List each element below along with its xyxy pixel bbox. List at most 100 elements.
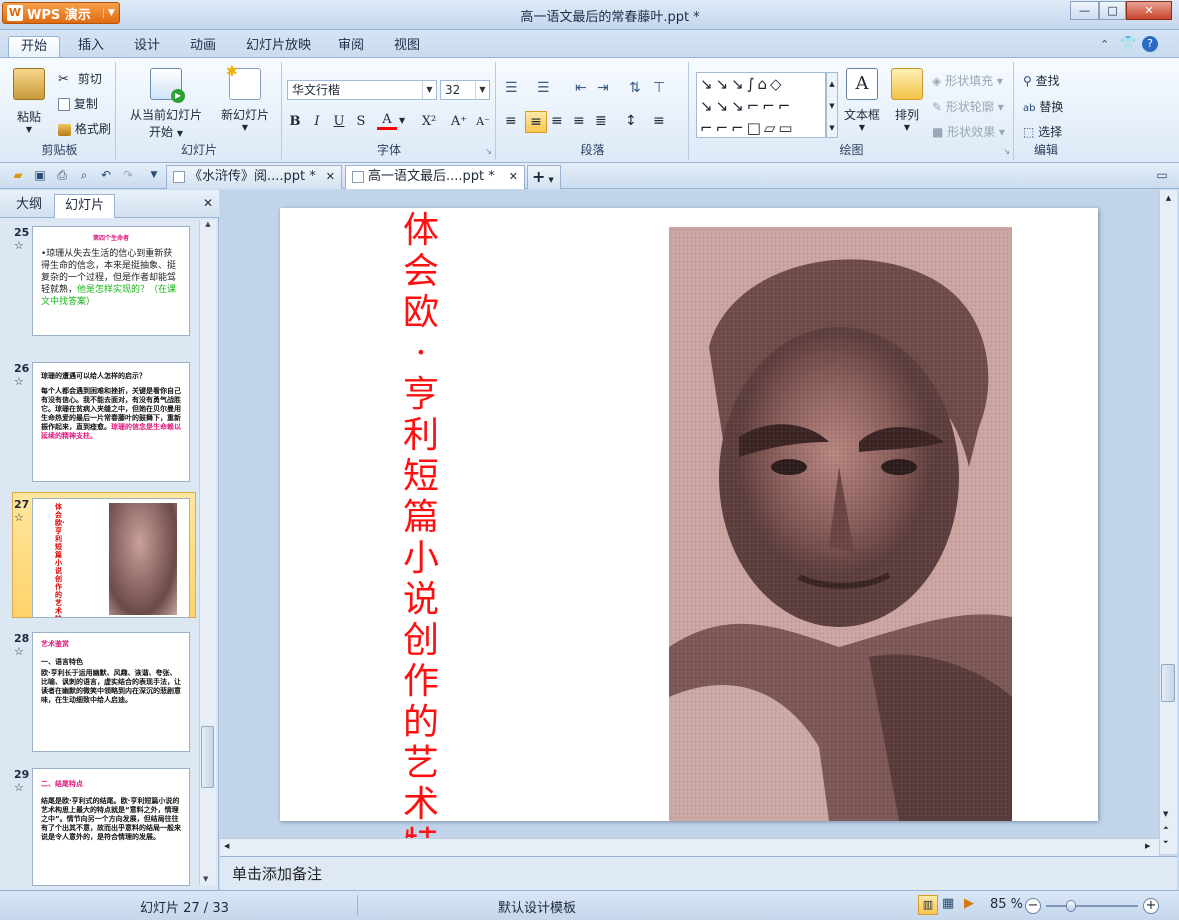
tab-slides[interactable]: 幻灯片: [54, 194, 116, 218]
scroll-left-icon[interactable]: ◀: [224, 842, 229, 850]
slide-title[interactable]: 体会欧·亨利短篇小说创作的艺术特点: [400, 210, 442, 907]
play-from-current-button[interactable]: ▶ 从当前幻灯片 开始 ▼: [125, 68, 207, 140]
italic-button[interactable]: I: [307, 112, 327, 132]
align-center-icon[interactable]: ≡: [525, 111, 547, 133]
bold-button[interactable]: B: [285, 112, 305, 132]
scrollbar-thumb[interactable]: [201, 726, 214, 788]
close-button[interactable]: ✕: [1126, 1, 1172, 20]
previous-slide-icon[interactable]: ⏶: [1163, 824, 1169, 833]
normal-view-icon[interactable]: ▥: [918, 895, 938, 915]
scroll-down-icon[interactable]: ▼: [1163, 810, 1168, 818]
help-icon[interactable]: ?: [1142, 36, 1158, 52]
shape-fill-button[interactable]: ◈ 形状填充 ▾: [932, 72, 1003, 89]
arrange-button[interactable]: 排列 ▼: [888, 68, 926, 132]
zoom-in-button[interactable]: +: [1143, 898, 1159, 914]
scrollbar-thumb[interactable]: [1161, 664, 1175, 702]
tab-view[interactable]: 视图: [382, 36, 432, 58]
bullet-list-icon[interactable]: ☰: [505, 80, 518, 96]
tab-insert[interactable]: 插入: [66, 36, 116, 58]
font-color-button[interactable]: A: [377, 110, 397, 130]
justify-icon[interactable]: ≡: [573, 113, 585, 129]
new-tab-button[interactable]: + ▼: [527, 165, 561, 189]
paste-button[interactable]: 粘贴 ▼: [12, 68, 46, 138]
open-folder-icon[interactable]: ▰: [10, 167, 26, 183]
slide-thumbnail-27[interactable]: 体会欧·亨利短篇小说创作的艺术特点: [32, 498, 190, 618]
decrease-indent-icon[interactable]: ⇤: [575, 80, 587, 96]
slide-thumbnail-26[interactable]: 琼珊的遭遇可以给人怎样的启示？ 每个人都会遇到困难和挫折，关键是看你自己有没有信…: [32, 362, 190, 482]
line-spacing-icon[interactable]: ↕: [625, 113, 637, 129]
print-preview-icon[interactable]: ⌕: [76, 167, 92, 183]
doc-tab-active[interactable]: 高一语文最后....ppt * ✕: [345, 165, 525, 189]
format-painter-button[interactable]: 格式刷: [58, 120, 111, 137]
shapes-gallery[interactable]: ↘↘↘∫⌂◇ ↘↘↘⌐⌐⌐ ⌐⌐⌐□▱▭: [696, 72, 826, 138]
shape-outline-button[interactable]: ✎ 形状轮廓 ▾: [932, 98, 1004, 115]
chevron-down-icon[interactable]: ▼: [399, 116, 405, 125]
scroll-right-icon[interactable]: ▶: [1145, 842, 1150, 850]
close-tab-icon[interactable]: ✕: [326, 166, 335, 188]
zoom-slider-thumb[interactable]: [1066, 900, 1077, 912]
minimize-button[interactable]: —: [1070, 1, 1099, 20]
grow-font-button[interactable]: A⁺: [449, 112, 469, 132]
increase-indent-icon[interactable]: ⇥: [597, 80, 609, 96]
tab-animation[interactable]: 动画: [178, 36, 228, 58]
slide-thumbnail-29[interactable]: 二、结尾特点 结尾是欧·亨利式的结尾。欧·亨利短篇小说的艺术构思上最大的特点就是…: [32, 768, 190, 886]
gallery-scroll[interactable]: ▲ ▼ ▼: [826, 72, 838, 138]
textbox-button[interactable]: A 文本框 ▼: [840, 68, 884, 132]
underline-button[interactable]: U: [329, 112, 349, 132]
restore-button[interactable]: □: [1099, 1, 1126, 20]
tab-slideshow[interactable]: 幻灯片放映: [234, 36, 323, 58]
save-icon[interactable]: ▣: [32, 167, 48, 183]
font-size-select[interactable]: 32 ▼: [440, 80, 490, 100]
tab-design[interactable]: 设计: [122, 36, 172, 58]
font-family-select[interactable]: 华文行楷 ▼: [287, 80, 437, 100]
text-direction-icon[interactable]: ⇅: [629, 80, 641, 96]
new-slide-button[interactable]: ✱ 新幻灯片 ▼: [215, 64, 275, 132]
scroll-up-icon[interactable]: ▲: [1160, 194, 1177, 202]
app-menu-button[interactable]: W WPS 演示 ▼: [2, 2, 120, 24]
doc-tab[interactable]: 《水浒传》阅....ppt * ✕: [166, 165, 342, 189]
undo-icon[interactable]: ↶: [98, 167, 114, 183]
text-shadow-button[interactable]: S: [351, 112, 371, 132]
ribbon-collapse-icon[interactable]: ⌃: [1100, 38, 1109, 51]
dialog-launcher-icon[interactable]: ↘: [1003, 147, 1010, 156]
zoom-out-button[interactable]: −: [1025, 898, 1041, 914]
close-tab-icon[interactable]: ✕: [509, 166, 518, 188]
numbered-list-icon[interactable]: ☰: [537, 80, 550, 96]
slide-sorter-icon[interactable]: ▦: [942, 896, 954, 911]
align-text-icon[interactable]: ⊤: [653, 80, 665, 96]
select-button[interactable]: ⬚ 选择: [1023, 123, 1062, 140]
slide-horizontal-scrollbar[interactable]: ◀ ▶: [220, 838, 1159, 856]
thumbnail-scrollbar[interactable]: ▲ ▼: [199, 220, 216, 885]
skin-icon[interactable]: 👕: [1120, 36, 1136, 51]
redo-icon[interactable]: ↷: [120, 167, 136, 183]
customize-toolbar-icon[interactable]: ▼: [146, 167, 162, 183]
print-icon[interactable]: ⎙: [54, 167, 70, 183]
shape-effect-button[interactable]: ■ 形状效果 ▾: [932, 123, 1005, 140]
distribute-icon[interactable]: ≣: [595, 113, 607, 129]
replace-button[interactable]: ab 替换: [1023, 98, 1063, 115]
next-slide-icon[interactable]: ⏷: [1163, 838, 1169, 847]
tab-review[interactable]: 审阅: [326, 36, 376, 58]
shrink-font-button[interactable]: A⁻: [473, 112, 493, 132]
slide-thumbnail-28[interactable]: 艺术鉴赏 一、语言特色 欧·亨利长于运用幽默、风趣、诙谐、夸张、比喻、讽刺的语言…: [32, 632, 190, 752]
align-right-icon[interactable]: ≡: [551, 113, 563, 129]
dialog-launcher-icon[interactable]: ↘: [485, 147, 492, 156]
window-layout-icon[interactable]: ▭: [1154, 167, 1170, 183]
slide-thumbnail-25[interactable]: 第四个生命者 •琼珊从失去生活的信心到重新获得生命的信念，本来是挺抽象、挺复杂的…: [32, 226, 190, 336]
zoom-slider-track[interactable]: [1046, 900, 1138, 912]
scroll-down-icon[interactable]: ▼: [203, 875, 208, 883]
paragraph-spacing-icon[interactable]: ≡: [653, 113, 665, 129]
align-left-icon[interactable]: ≡: [505, 113, 517, 129]
tab-outline[interactable]: 大纲: [6, 194, 52, 218]
slide-vertical-scrollbar[interactable]: ▲ ▼ ⏶ ⏷: [1159, 190, 1177, 854]
copy-button[interactable]: 复制: [58, 95, 98, 112]
cut-button[interactable]: ✂ 剪切: [58, 70, 102, 88]
tab-home[interactable]: 开始: [8, 36, 61, 58]
portrait-image[interactable]: [669, 227, 1012, 821]
slideshow-view-icon[interactable]: ▶: [964, 896, 974, 911]
close-panel-icon[interactable]: ✕: [203, 196, 213, 210]
find-button[interactable]: ⚲ 查找: [1023, 72, 1060, 89]
superscript-button[interactable]: X²: [419, 112, 439, 132]
scroll-up-icon[interactable]: ▲: [200, 220, 216, 228]
notes-pane[interactable]: 单击添加备注: [220, 856, 1177, 890]
